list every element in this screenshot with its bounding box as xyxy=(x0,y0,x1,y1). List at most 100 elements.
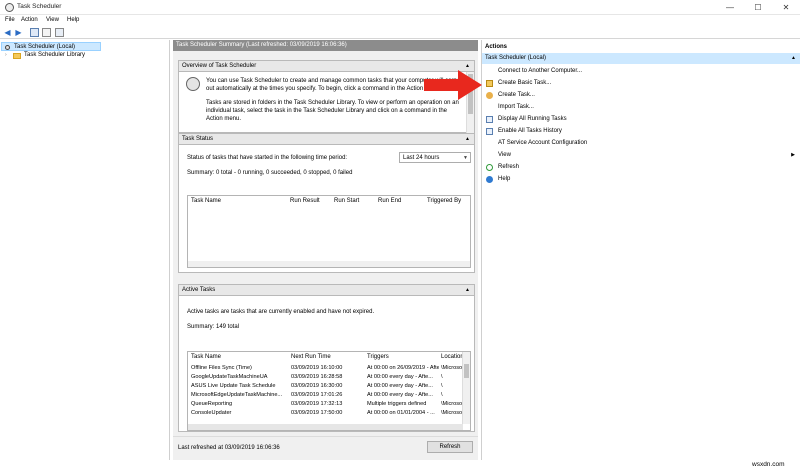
clock-icon xyxy=(186,77,200,91)
close-button[interactable]: ✕ xyxy=(774,0,798,15)
summary-pane: Task Scheduler Summary (Last refreshed: … xyxy=(173,40,478,460)
column-header-triggers[interactable]: Triggers xyxy=(367,354,389,360)
column-header-run-start[interactable]: Run Start xyxy=(334,198,359,204)
forward-arrow-icon[interactable]: ▶ xyxy=(14,28,23,37)
table-cell: At 00:00 every day - Afte... xyxy=(367,383,433,389)
minimize-button[interactable]: — xyxy=(718,0,742,15)
collapse-icon[interactable]: ▲ xyxy=(464,136,471,143)
task-status-table[interactable]: Task Name Run Result Run Start Run End T… xyxy=(187,195,471,268)
column-header-task-name[interactable]: Task Name xyxy=(191,198,221,204)
create-task-icon xyxy=(486,92,493,99)
menu-file[interactable]: File xyxy=(5,17,15,23)
action-help[interactable]: Help xyxy=(482,174,800,185)
menu-help[interactable]: Help xyxy=(67,17,79,23)
active-tasks-table[interactable]: Task Name Next Run Time Triggers Locatio… xyxy=(187,351,471,431)
horizontal-scrollbar[interactable] xyxy=(188,261,470,267)
tree-item-task-scheduler-library[interactable]: › Task Scheduler Library xyxy=(5,51,115,60)
collapse-icon[interactable]: ▲ xyxy=(791,53,796,64)
actions-subheader-label: Task Scheduler (Local) xyxy=(485,55,547,61)
task-status-title: Task Status xyxy=(182,136,214,142)
watermark: wsxdn.com xyxy=(752,461,785,468)
time-period-dropdown[interactable]: Last 24 hours ▼ xyxy=(399,152,471,163)
action-connect-to-another-computer[interactable]: Connect to Another Computer... xyxy=(482,66,800,77)
annotation-arrow-icon xyxy=(424,70,482,100)
action-create-task[interactable]: Create Task... xyxy=(482,90,800,101)
task-status-header[interactable]: Task Status ▲ xyxy=(179,134,474,145)
chevron-right-icon: ▶ xyxy=(791,152,795,158)
console-tree: Task Scheduler (Local) › Task Scheduler … xyxy=(0,40,170,460)
maximize-button[interactable]: ☐ xyxy=(746,0,770,15)
menu-view[interactable]: View xyxy=(46,17,59,23)
back-arrow-icon[interactable]: ◀ xyxy=(3,28,12,37)
status-summary: Summary: 0 total - 0 running, 0 succeede… xyxy=(187,170,353,176)
status-period-label: Status of tasks that have started in the… xyxy=(187,155,348,161)
column-header-task-name[interactable]: Task Name xyxy=(191,354,221,360)
table-cell: 03/09/2019 16:10:00 xyxy=(291,365,343,371)
running-tasks-icon xyxy=(486,116,493,123)
table-cell: ASUS Live Update Task Schedule xyxy=(191,383,276,389)
status-bar: Last refreshed at 03/09/2019 16:06:36 Re… xyxy=(173,436,478,460)
column-header-run-result[interactable]: Run Result xyxy=(290,198,320,204)
task-scheduler-app-icon xyxy=(5,3,14,12)
tree-item-label: Task Scheduler Library xyxy=(24,52,86,58)
create-basic-task-icon xyxy=(486,80,493,87)
toolbar: ◀ ▶ xyxy=(0,26,800,39)
collapse-icon[interactable]: ▲ xyxy=(464,63,471,70)
tree-item-task-scheduler-local[interactable]: Task Scheduler (Local) xyxy=(1,42,101,51)
table-cell: \Microsof xyxy=(441,401,463,407)
column-header-triggered-by[interactable]: Triggered By xyxy=(427,198,461,204)
history-icon xyxy=(486,128,493,135)
table-cell: MicrosoftEdgeUpdateTaskMachine... xyxy=(191,392,283,398)
refresh-icon xyxy=(486,164,493,171)
action-label: Connect to Another Computer... xyxy=(498,68,583,74)
window-title: Task Scheduler xyxy=(17,3,62,10)
table-cell: ConsoleUpdater xyxy=(191,410,232,416)
table-cell: 03/09/2019 16:28:58 xyxy=(291,374,343,380)
menu-bar: File Action View Help xyxy=(0,15,800,26)
show-hide-action-pane-icon[interactable] xyxy=(55,28,64,37)
actions-subheader[interactable]: Task Scheduler (Local) ▲ xyxy=(482,53,800,64)
properties-icon[interactable] xyxy=(42,28,51,37)
last-refreshed-text: Last refreshed at 03/09/2019 16:06:36 xyxy=(178,445,280,451)
collapse-icon[interactable]: ▲ xyxy=(464,287,471,294)
action-refresh[interactable]: Refresh xyxy=(482,162,800,173)
chevron-down-icon[interactable]: ▼ xyxy=(463,154,468,162)
table-cell: 03/09/2019 16:30:00 xyxy=(291,383,343,389)
folder-icon xyxy=(13,53,21,59)
action-create-basic-task[interactable]: Create Basic Task... xyxy=(482,78,800,89)
action-at-service-account-configuration[interactable]: AT Service Account Configuration xyxy=(482,138,800,149)
time-period-value: Last 24 hours xyxy=(403,155,440,161)
table-cell: 03/09/2019 17:32:13 xyxy=(291,401,343,407)
scroll-thumb[interactable] xyxy=(464,364,469,378)
vertical-scrollbar[interactable] xyxy=(462,352,470,424)
actions-header: Actions xyxy=(485,44,508,50)
column-header-run-end[interactable]: Run End xyxy=(378,198,401,204)
refresh-button[interactable]: Refresh xyxy=(427,441,473,453)
table-cell: \Microsof xyxy=(441,410,463,416)
column-header-location[interactable]: Location xyxy=(441,354,464,360)
table-cell: At 00:00 on 26/09/2019 - Afte... xyxy=(367,365,439,371)
action-label: Create Task... xyxy=(498,92,535,98)
show-hide-console-tree-icon[interactable] xyxy=(30,28,39,37)
action-display-all-running-tasks[interactable]: Display All Running Tasks xyxy=(482,114,800,125)
table-cell: \Microsof xyxy=(441,365,463,371)
action-view[interactable]: View ▶ xyxy=(482,150,800,161)
action-import-task[interactable]: Import Task... xyxy=(482,102,800,113)
clock-icon xyxy=(5,45,10,50)
horizontal-scrollbar[interactable] xyxy=(188,424,463,430)
overview-title: Overview of Task Scheduler xyxy=(182,63,257,69)
active-tasks-description: Active tasks are tasks that are currentl… xyxy=(187,309,375,315)
overview-paragraph-2: Tasks are stored in folders in the Task … xyxy=(206,100,459,122)
action-enable-all-tasks-history[interactable]: Enable All Tasks History xyxy=(482,126,800,137)
menu-action[interactable]: Action xyxy=(21,17,38,23)
table-cell: \ xyxy=(441,374,443,380)
title-bar: Task Scheduler — ☐ ✕ xyxy=(0,0,800,15)
chevron-right-icon[interactable]: › xyxy=(5,51,7,60)
column-header-next-run-time[interactable]: Next Run Time xyxy=(291,354,331,360)
active-tasks-title: Active Tasks xyxy=(182,287,216,293)
table-cell: GoogleUpdateTaskMachineUA xyxy=(191,374,268,380)
active-tasks-header[interactable]: Active Tasks ▲ xyxy=(179,285,474,296)
action-label: Import Task... xyxy=(498,104,534,110)
action-label: AT Service Account Configuration xyxy=(498,140,588,146)
table-cell: \ xyxy=(441,392,443,398)
